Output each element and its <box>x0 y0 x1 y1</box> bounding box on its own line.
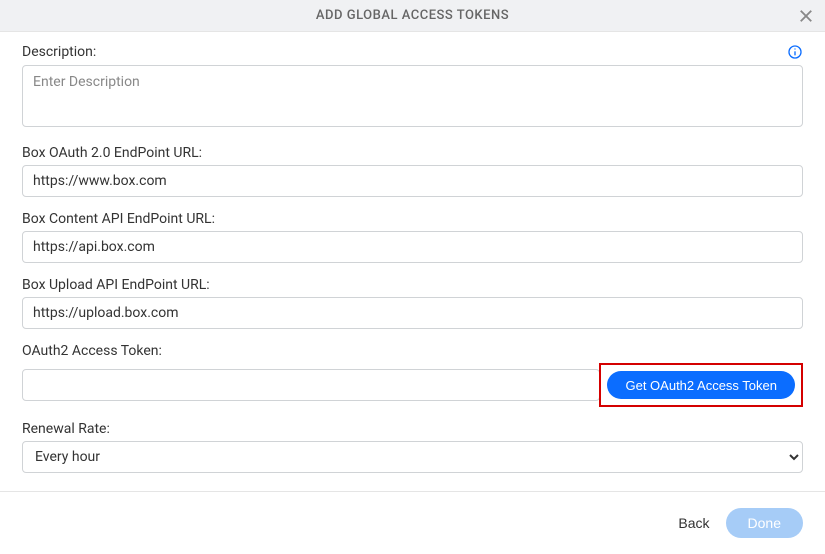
content-api-url-label: Box Content API EndPoint URL: <box>22 211 803 227</box>
description-label: Description: <box>22 44 96 60</box>
access-token-input[interactable] <box>22 369 600 401</box>
get-token-highlight: Get OAuth2 Access Token <box>599 363 803 407</box>
info-icon[interactable] <box>787 44 803 60</box>
access-token-row: Get OAuth2 Access Token <box>22 363 803 407</box>
get-oauth-token-button[interactable]: Get OAuth2 Access Token <box>607 371 795 399</box>
access-token-label: OAuth2 Access Token: <box>22 343 803 359</box>
dialog-footer: Back Done <box>0 492 825 554</box>
dialog-title: ADD GLOBAL ACCESS TOKENS <box>316 8 509 23</box>
dialog-content: Description: Box OAuth 2.0 EndPoint URL:… <box>0 32 825 491</box>
upload-api-url-input[interactable] <box>22 297 803 329</box>
oauth-url-input[interactable] <box>22 165 803 197</box>
renewal-rate-select[interactable]: Every hour <box>22 441 803 473</box>
upload-api-url-label: Box Upload API EndPoint URL: <box>22 277 803 293</box>
renewal-rate-label: Renewal Rate: <box>22 421 803 437</box>
done-button[interactable]: Done <box>726 508 803 538</box>
description-input[interactable] <box>22 65 803 127</box>
close-icon[interactable] <box>797 7 815 25</box>
description-label-row: Description: <box>22 44 803 60</box>
back-button[interactable]: Back <box>678 515 709 531</box>
dialog-header: ADD GLOBAL ACCESS TOKENS <box>0 0 825 32</box>
content-api-url-input[interactable] <box>22 231 803 263</box>
oauth-url-label: Box OAuth 2.0 EndPoint URL: <box>22 145 803 161</box>
